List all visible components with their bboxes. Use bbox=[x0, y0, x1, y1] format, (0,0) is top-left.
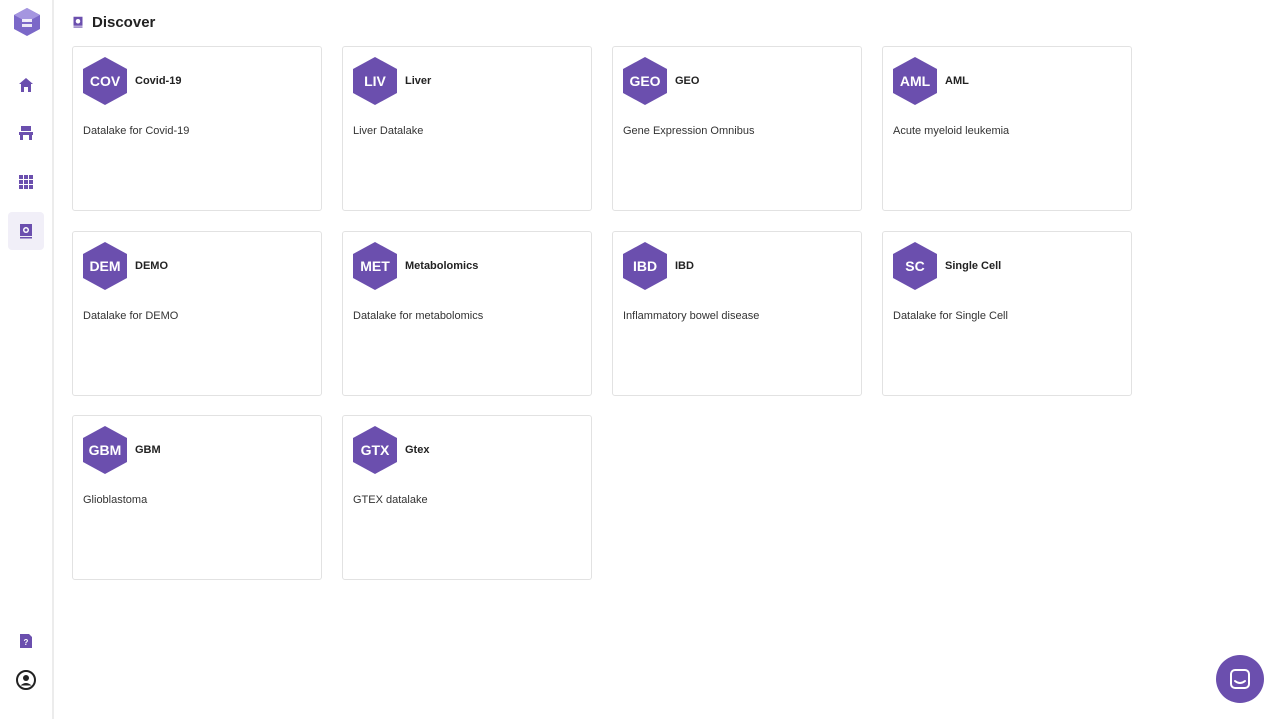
card-title: GEO bbox=[675, 75, 700, 87]
card-description: Datalake for Single Cell bbox=[893, 310, 1008, 322]
datalake-badge: COV bbox=[83, 57, 127, 105]
datalake-badge: IBD bbox=[623, 242, 667, 290]
svg-text:?: ? bbox=[24, 638, 29, 647]
help-doc-icon: ? bbox=[20, 634, 32, 648]
store-icon bbox=[19, 126, 33, 140]
sidebar-item-home[interactable] bbox=[8, 67, 44, 103]
card-title: GBM bbox=[135, 444, 161, 456]
user-account-icon bbox=[16, 670, 36, 690]
datalake-card[interactable]: DEM DEMO Datalake for DEMO bbox=[72, 231, 322, 396]
apps-grid-icon bbox=[19, 175, 33, 189]
card-description: GTEX datalake bbox=[353, 494, 428, 506]
card-description: Datalake for Covid-19 bbox=[83, 125, 190, 137]
datalake-badge: GTX bbox=[353, 426, 397, 474]
chat-icon bbox=[1230, 669, 1250, 689]
datalake-badge: MET bbox=[353, 242, 397, 290]
datalake-card[interactable]: LIV Liver Liver Datalake bbox=[342, 46, 592, 211]
card-title: Covid-19 bbox=[135, 75, 182, 87]
datalake-badge: DEM bbox=[83, 242, 127, 290]
chat-launcher-button[interactable] bbox=[1216, 655, 1264, 703]
datalake-card[interactable]: IBD IBD Inflammatory bowel disease bbox=[612, 231, 862, 396]
sidebar-item-discover[interactable] bbox=[8, 212, 44, 250]
page-title: Discover bbox=[92, 13, 156, 31]
datalake-badge: GBM bbox=[83, 426, 127, 474]
card-description: Datalake for DEMO bbox=[83, 310, 179, 322]
card-title: DEMO bbox=[135, 260, 168, 272]
sidebar: ? bbox=[0, 0, 54, 719]
home-icon bbox=[19, 78, 33, 92]
datalake-card[interactable]: GEO GEO Gene Expression Omnibus bbox=[612, 46, 862, 211]
datalake-card[interactable]: GBM GBM Glioblastoma bbox=[72, 415, 322, 580]
datalake-card[interactable]: MET Metabolomics Datalake for metabolomi… bbox=[342, 231, 592, 396]
datalake-badge: SC bbox=[893, 242, 937, 290]
card-title: IBD bbox=[675, 260, 694, 272]
sidebar-item-apps[interactable] bbox=[8, 164, 44, 200]
page-header: Discover bbox=[72, 12, 155, 32]
card-title: AML bbox=[945, 75, 969, 87]
card-description: Inflammatory bowel disease bbox=[623, 310, 760, 322]
discover-icon bbox=[73, 16, 83, 28]
card-description: Gene Expression Omnibus bbox=[623, 125, 755, 137]
datalake-card[interactable]: AML AML Acute myeloid leukemia bbox=[882, 46, 1132, 211]
sidebar-item-help[interactable]: ? bbox=[8, 623, 44, 659]
card-description: Liver Datalake bbox=[353, 125, 424, 137]
card-title: Single Cell bbox=[945, 260, 1002, 272]
app-logo[interactable] bbox=[14, 8, 40, 36]
card-title: Metabolomics bbox=[405, 260, 479, 272]
card-description: Glioblastoma bbox=[83, 494, 148, 506]
card-description: Acute myeloid leukemia bbox=[893, 125, 1010, 137]
datalake-card[interactable]: SC Single Cell Datalake for Single Cell bbox=[882, 231, 1132, 396]
discover-icon bbox=[20, 224, 32, 239]
datalake-badge: GEO bbox=[623, 57, 667, 105]
sidebar-item-account[interactable] bbox=[8, 662, 44, 698]
card-title: Gtex bbox=[405, 444, 430, 456]
datalake-card[interactable]: COV Covid-19 Datalake for Covid-19 bbox=[72, 46, 322, 211]
sidebar-item-store[interactable] bbox=[8, 115, 44, 151]
datalake-badge: LIV bbox=[353, 57, 397, 105]
card-description: Datalake for metabolomics bbox=[353, 310, 484, 322]
datalake-card[interactable]: GTX Gtex GTEX datalake bbox=[342, 415, 592, 580]
card-title: Liver bbox=[405, 75, 432, 87]
datalake-badge: AML bbox=[893, 57, 937, 105]
